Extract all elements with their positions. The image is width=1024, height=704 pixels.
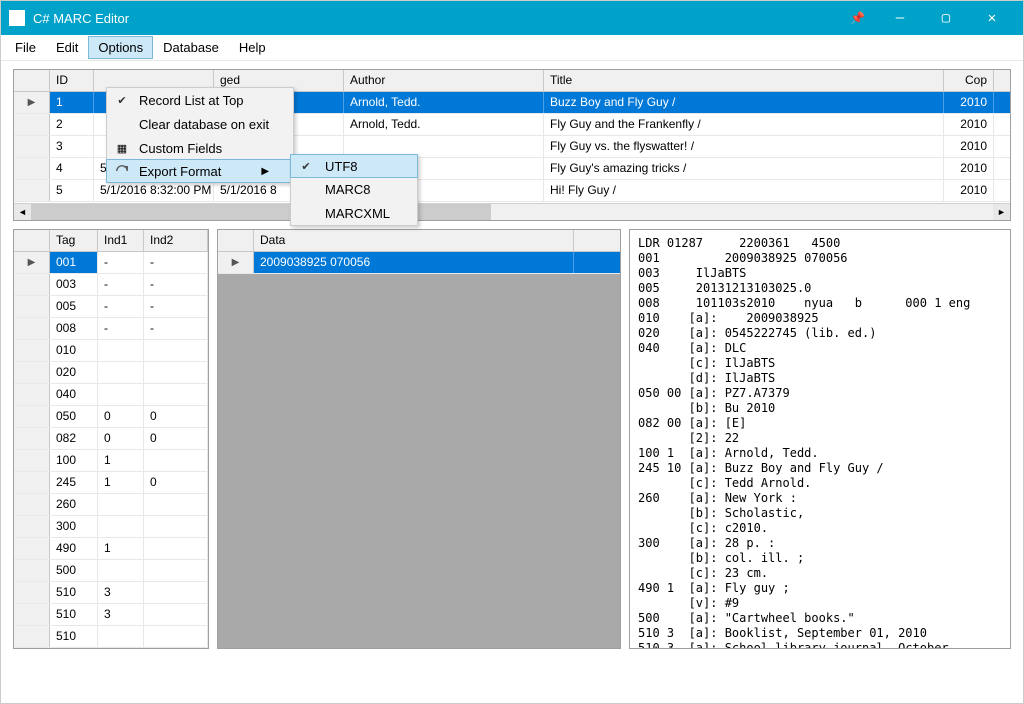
tag-row[interactable]: 008-- [14, 318, 208, 340]
menu-clear-db[interactable]: Clear database on exit [107, 112, 293, 136]
tag-row[interactable]: 24510 [14, 472, 208, 494]
pin-icon[interactable]: 📌 [850, 11, 865, 25]
tag-row[interactable]: 500 [14, 560, 208, 582]
scroll-right-icon[interactable]: ► [993, 204, 1010, 220]
fields-icon: ▦ [117, 142, 127, 155]
menu-record-list-top[interactable]: ✔ Record List at Top [107, 88, 293, 112]
export-icon [115, 164, 129, 178]
titlebar: C# MARC Editor 📌 — ▢ ✕ [1, 1, 1023, 35]
menu-custom-fields[interactable]: ▦ Custom Fields [107, 136, 293, 160]
options-dropdown: ✔ Record List at Top Clear database on e… [106, 87, 294, 183]
tag-row[interactable]: 5103 [14, 604, 208, 626]
menu-database[interactable]: Database [153, 36, 229, 59]
col-title[interactable]: Title [544, 70, 944, 91]
tag-row[interactable]: 003-- [14, 274, 208, 296]
tag-row[interactable]: 4901 [14, 538, 208, 560]
tag-row[interactable]: 040 [14, 384, 208, 406]
check-icon: ✔ [301, 160, 310, 173]
menu-file[interactable]: File [5, 36, 46, 59]
scroll-thumb[interactable] [31, 204, 491, 220]
col-cop[interactable]: Cop [944, 70, 994, 91]
raw-marc-text[interactable]: LDR 01287 2200361 4500 001 2009038925 07… [630, 230, 1010, 648]
tag-row[interactable]: 260 [14, 494, 208, 516]
data-row[interactable]: ▶ 2009038925 070056 [218, 252, 620, 274]
col-data[interactable]: Data [254, 230, 574, 251]
export-utf8[interactable]: ✔ UTF8 [290, 154, 418, 178]
export-format-submenu: ✔ UTF8 MARC8 MARCXML [290, 154, 418, 226]
menu-help[interactable]: Help [229, 36, 276, 59]
row-pointer-icon: ▶ [232, 257, 240, 268]
raw-marc-panel: LDR 01287 2200361 4500 001 2009038925 07… [629, 229, 1011, 649]
tag-row[interactable]: 010 [14, 340, 208, 362]
export-marc8[interactable]: MARC8 [291, 177, 417, 201]
menu-options[interactable]: Options [88, 36, 153, 59]
horizontal-scrollbar[interactable]: ◄ ► [14, 203, 1010, 220]
app-icon [9, 10, 25, 26]
tag-row[interactable]: 05000 [14, 406, 208, 428]
app-window: C# MARC Editor 📌 — ▢ ✕ File Edit Options… [0, 0, 1024, 704]
tag-row[interactable]: ▶001-- [14, 252, 208, 274]
tag-row[interactable]: 020 [14, 362, 208, 384]
export-marcxml[interactable]: MARCXML [291, 201, 417, 225]
close-button[interactable]: ✕ [969, 1, 1015, 35]
menubar: File Edit Options Database Help [1, 35, 1023, 61]
col-ind1[interactable]: Ind1 [98, 230, 144, 251]
row-pointer-icon: ▶ [28, 97, 36, 108]
tag-row[interactable]: 1001 [14, 450, 208, 472]
col-ind2[interactable]: Ind2 [144, 230, 208, 251]
data-grid[interactable]: Data ▶ 2009038925 070056 [217, 229, 621, 649]
col-id[interactable]: ID [50, 70, 94, 91]
submenu-arrow-icon: ▶ [261, 166, 269, 177]
window-title: C# MARC Editor [33, 11, 850, 26]
tag-row[interactable]: 08200 [14, 428, 208, 450]
menu-export-format[interactable]: Export Format ▶ [106, 159, 294, 183]
menu-edit[interactable]: Edit [46, 36, 88, 59]
scroll-left-icon[interactable]: ◄ [14, 204, 31, 220]
check-icon: ✔ [117, 94, 126, 107]
minimize-button[interactable]: — [877, 1, 923, 35]
tag-row[interactable]: 005-- [14, 296, 208, 318]
col-author[interactable]: Author [344, 70, 544, 91]
tags-grid[interactable]: Tag Ind1 Ind2 ▶001--003--005--008--01002… [13, 229, 209, 649]
record-row[interactable]: 55/1/2016 8:32:00 PM5/1/2016 8Hi! Fly Gu… [14, 180, 1010, 202]
row-pointer-icon: ▶ [28, 257, 36, 268]
tag-row[interactable]: 5103 [14, 582, 208, 604]
tag-row[interactable]: 510 [14, 626, 208, 648]
maximize-button[interactable]: ▢ [923, 1, 969, 35]
tag-row[interactable]: 300 [14, 516, 208, 538]
col-tag[interactable]: Tag [50, 230, 98, 251]
